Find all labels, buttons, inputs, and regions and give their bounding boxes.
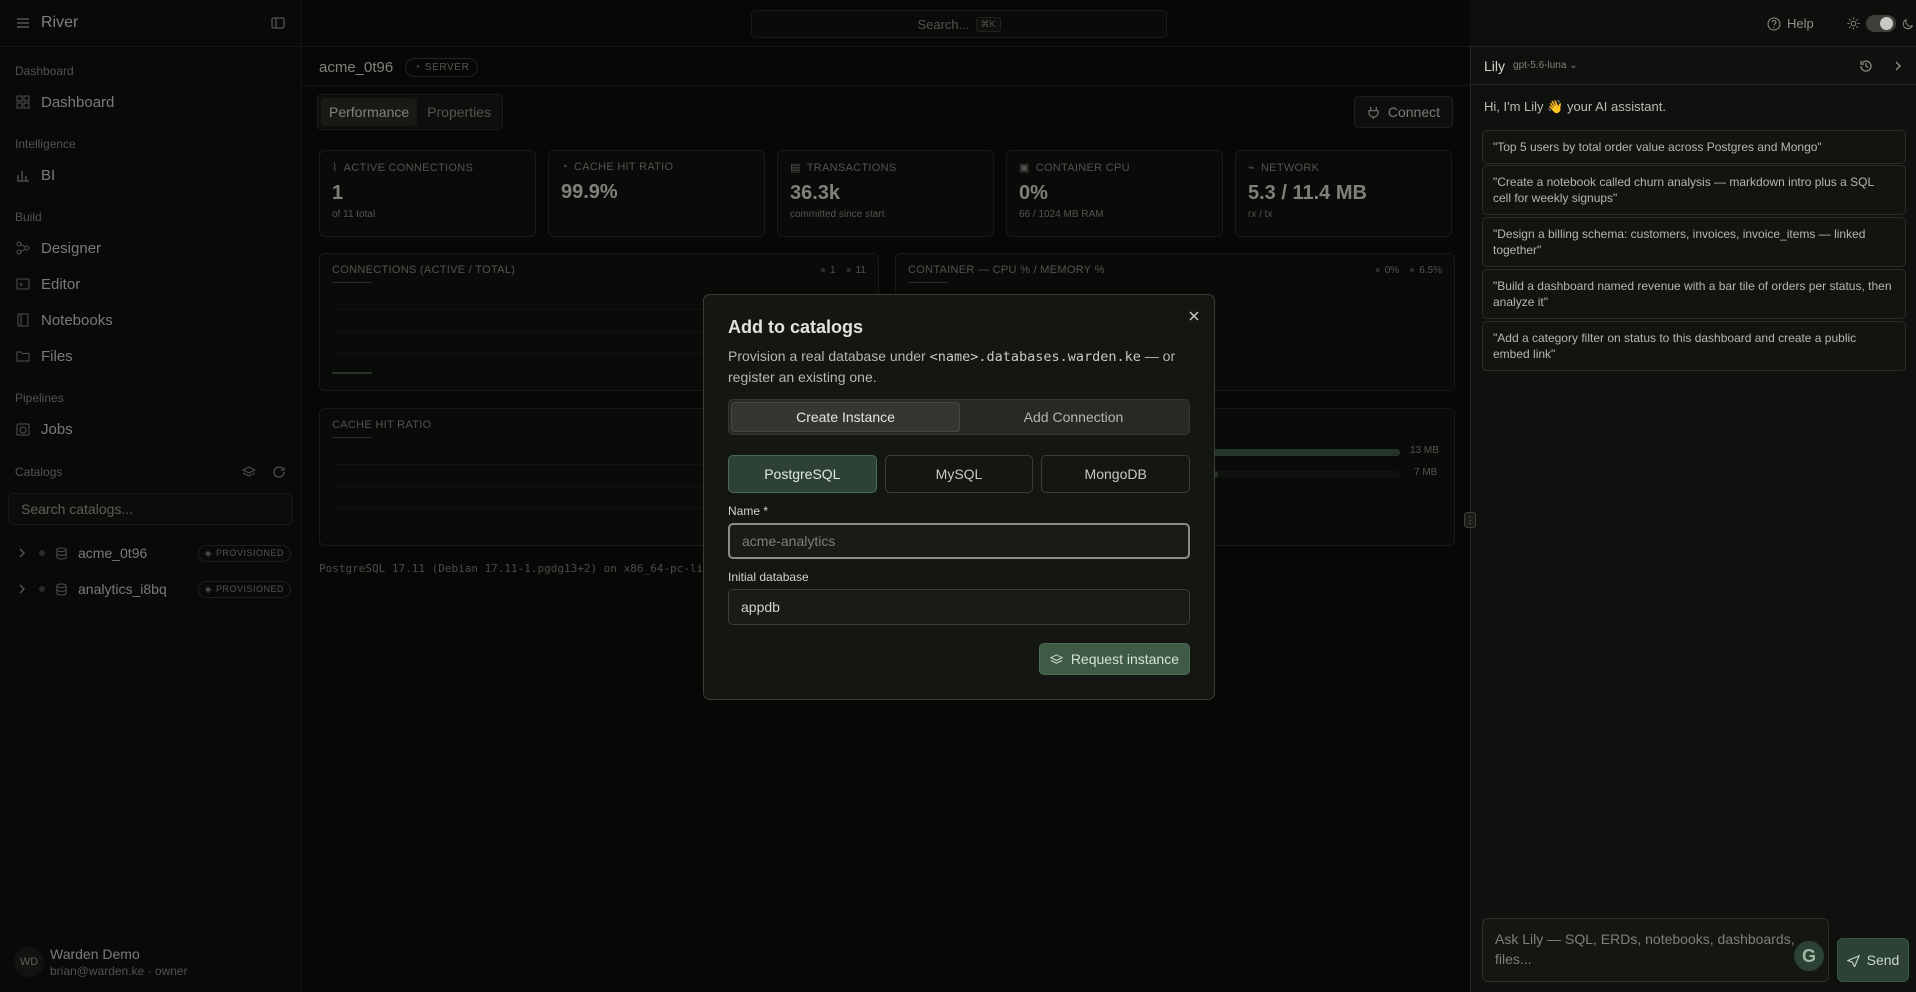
layers-icon [1049, 653, 1063, 666]
initial-db-label: Initial database [728, 570, 809, 584]
dialog-description: Provision a real database under <name>.d… [728, 346, 1190, 387]
assistant-header: Lily gpt-5.6-luna ⌄ [1471, 47, 1916, 85]
engine-postgresql[interactable]: PostgreSQL [728, 455, 877, 493]
tab-create-instance[interactable]: Create Instance [731, 402, 960, 432]
history-icon[interactable] [1859, 59, 1873, 73]
desc-code: <name>.databases.warden.ke [929, 349, 1141, 365]
grammar-icon[interactable]: G [1794, 941, 1824, 971]
tab-add-connection[interactable]: Add Connection [960, 402, 1187, 432]
dialog-title: Add to catalogs [728, 317, 864, 337]
engine-selector: PostgreSQL MySQL MongoDB [728, 455, 1191, 493]
suggestion-chip[interactable]: "Add a category filter on status to this… [1482, 321, 1906, 371]
desc-prefix: Provision a real database under [728, 348, 930, 364]
send-label: Send [1866, 952, 1900, 968]
close-icon[interactable] [1188, 310, 1200, 322]
assistant-greeting: Hi, I'm Lily 👋 your AI assistant. [1484, 99, 1666, 114]
suggestion-chip[interactable]: "Create a notebook called churn analysis… [1482, 165, 1906, 215]
engine-mysql[interactable]: MySQL [884, 455, 1034, 493]
name-label: Name * [728, 504, 769, 518]
theme-toggle[interactable] [1847, 15, 1915, 32]
suggestion-chip[interactable]: "Top 5 users by total order value across… [1482, 130, 1906, 164]
chevron-down-icon: ⌄ [1569, 60, 1578, 71]
add-catalog-dialog: Add to catalogs Provision a real databas… [703, 294, 1215, 700]
assistant-name: Lily [1484, 57, 1506, 74]
model-name: gpt-5.6-luna [1513, 60, 1567, 71]
help-label: Help [1787, 16, 1814, 31]
help-icon [1767, 17, 1781, 31]
assistant-input-placeholder: Ask Lily — SQL, ERDs, notebooks, dashboa… [1495, 931, 1795, 967]
sun-icon [1847, 17, 1860, 30]
send-button[interactable]: Send [1837, 938, 1909, 982]
theme-switch[interactable] [1866, 15, 1896, 32]
request-instance-label: Request instance [1070, 651, 1179, 667]
app-root: River Dashboard Dashboard Intelligence B… [0, 0, 1916, 992]
panel-resize-handle[interactable]: ⋮ [1464, 512, 1476, 528]
chevron-right-icon[interactable] [1893, 59, 1903, 73]
moon-icon [1902, 17, 1915, 30]
mode-tabs: Create Instance Add Connection [728, 399, 1190, 435]
suggestion-chip[interactable]: "Build a dashboard named revenue with a … [1482, 269, 1906, 319]
name-input[interactable]: acme-analytics [728, 523, 1190, 559]
initial-db-input[interactable]: appdb [728, 589, 1190, 625]
suggestion-chip[interactable]: "Design a billing schema: customers, inv… [1482, 217, 1906, 267]
request-instance-button[interactable]: Request instance [1038, 643, 1190, 675]
model-selector[interactable]: gpt-5.6-luna ⌄ [1513, 60, 1578, 71]
assistant-input[interactable]: Ask Lily — SQL, ERDs, notebooks, dashboa… [1482, 918, 1829, 982]
engine-mongodb[interactable]: MongoDB [1041, 455, 1191, 493]
help-button[interactable]: Help [1767, 16, 1814, 31]
send-icon [1846, 954, 1860, 967]
assistant-panel: Lily gpt-5.6-luna ⌄ Hi, I'm Lily 👋 your … [1470, 47, 1916, 992]
